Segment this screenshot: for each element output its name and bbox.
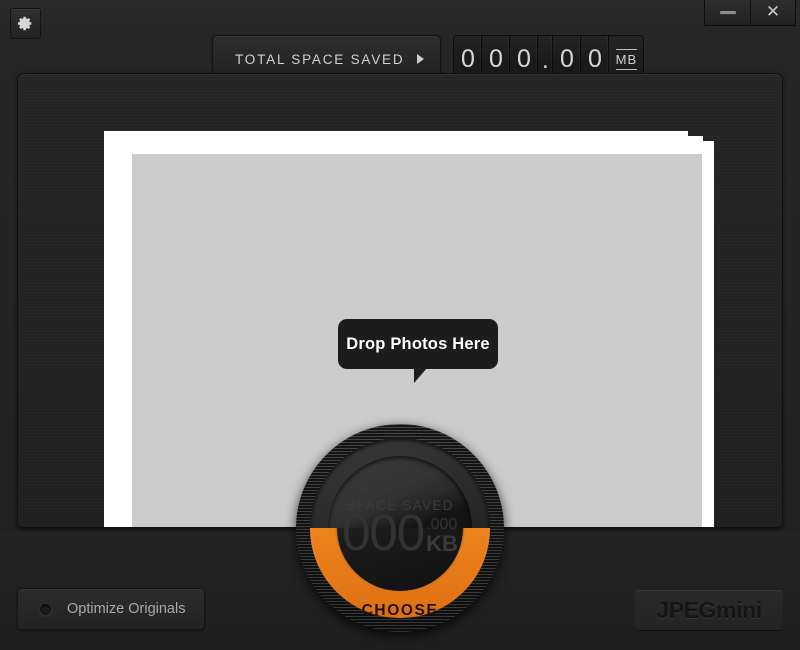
- dial-outer-ring: SPACE SAVED 000 .000 KB CHOOSE: [296, 424, 504, 632]
- close-icon: ✕: [765, 2, 781, 22]
- dial-value: 000: [342, 504, 425, 562]
- drop-photos-label: Drop Photos Here: [346, 334, 490, 353]
- settings-button[interactable]: [10, 8, 41, 39]
- optimize-originals-label: Optimize Originals: [67, 601, 186, 617]
- minimize-icon: [719, 11, 736, 14]
- brand-logo: JPEGmini: [635, 590, 783, 631]
- title-bar: ✕: [0, 0, 800, 28]
- drop-photos-tooltip: Drop Photos Here: [338, 319, 498, 369]
- app-window: ✕ TOTAL SPACE SAVED 0 0 0 . 0 0 MB Drop …: [0, 0, 800, 650]
- window-controls: ✕: [704, 0, 796, 26]
- choose-button-label[interactable]: CHOOSE: [296, 602, 504, 620]
- total-space-saved-label: TOTAL SPACE SAVED: [235, 51, 405, 67]
- minimize-button[interactable]: [705, 0, 750, 25]
- dial-sub: .000 KB: [426, 516, 458, 558]
- gear-icon: [17, 15, 34, 32]
- dial-face: SPACE SAVED 000 .000 KB: [328, 456, 472, 600]
- tooltip-pointer: [414, 368, 427, 383]
- dial-unit: KB: [426, 530, 458, 556]
- dial-readout: 000 .000 KB: [342, 504, 458, 562]
- space-saved-dial[interactable]: SPACE SAVED 000 .000 KB CHOOSE: [296, 424, 504, 632]
- counter-unit-label: MB: [615, 48, 638, 70]
- chevron-right-icon: [417, 54, 425, 64]
- brand-logo-label: JPEGmini: [656, 597, 762, 623]
- close-button[interactable]: ✕: [750, 0, 795, 25]
- radio-icon[interactable]: [39, 602, 52, 616]
- optimize-originals-toggle[interactable]: Optimize Originals: [17, 588, 205, 630]
